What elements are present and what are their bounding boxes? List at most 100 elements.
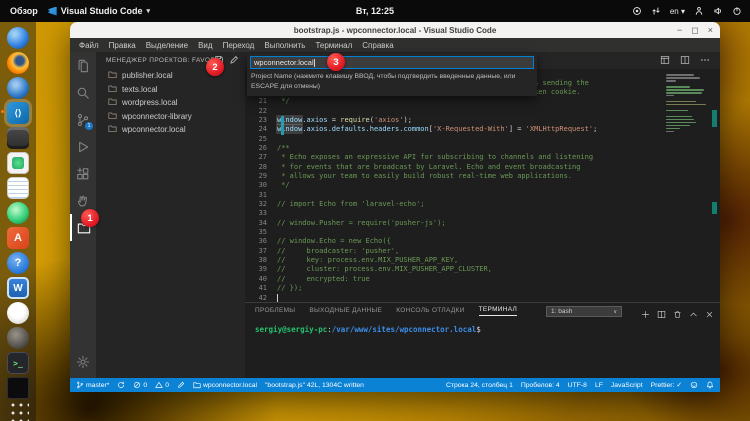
project-item[interactable]: texts.local bbox=[96, 83, 245, 97]
new-terminal-icon[interactable] bbox=[641, 306, 650, 324]
status-formatter[interactable]: Prettier: ✓ bbox=[651, 381, 682, 389]
window-titlebar[interactable]: bootstrap.js - wpconnector.local - Visua… bbox=[70, 22, 720, 38]
project-name-input[interactable]: wpconnector.local bbox=[250, 56, 534, 69]
panel-tab-ВЫХОДНЫЕ ДАННЫЕ[interactable]: ВЫХОДНЫЕ ДАННЫЕ bbox=[309, 307, 382, 316]
code-line[interactable]: 27 * Echo exposes an expressive API for … bbox=[245, 153, 720, 162]
code-line[interactable]: 22 bbox=[245, 107, 720, 116]
activity-extensions-icon[interactable] bbox=[70, 160, 96, 187]
menu-Терминал[interactable]: Терминал bbox=[310, 41, 357, 50]
maximize-button[interactable]: ◻ bbox=[691, 25, 698, 35]
dock-item-blue-circle-app[interactable] bbox=[7, 27, 29, 49]
manage-gear-icon[interactable] bbox=[70, 350, 96, 374]
dock-item-terminal[interactable]: >_ bbox=[7, 352, 29, 374]
close-panel-icon[interactable] bbox=[705, 306, 714, 324]
status-language-mode[interactable]: JavaScript bbox=[611, 382, 643, 389]
code-line[interactable]: 28 * for events that are broadcast by La… bbox=[245, 163, 720, 172]
dock-item-console-app[interactable] bbox=[7, 377, 29, 399]
code-line[interactable]: 23 window.axios = require('axios'); bbox=[245, 115, 720, 126]
activity-search-icon[interactable] bbox=[70, 79, 96, 106]
dock-item-show-applications[interactable] bbox=[7, 399, 29, 421]
status-indentation[interactable]: Пробелов: 4 bbox=[521, 382, 560, 389]
code-line[interactable]: 26/** bbox=[245, 144, 720, 153]
status-encoding[interactable]: UTF-8 bbox=[568, 382, 587, 389]
dock-item-anydesk[interactable]: A bbox=[7, 227, 29, 249]
panel-tab-КОНСОЛЬ ОТЛАДКИ[interactable]: КОНСОЛЬ ОТЛАДКИ bbox=[396, 307, 464, 316]
status-errors[interactable]: 0 bbox=[133, 381, 147, 389]
code-line[interactable]: 33 bbox=[245, 209, 720, 218]
code-line[interactable]: 29 * allows your team to easily build ro… bbox=[245, 172, 720, 181]
activity-source-control-icon[interactable]: 1 bbox=[70, 106, 96, 133]
close-button[interactable]: × bbox=[708, 25, 713, 35]
status-cursor-position[interactable]: Строка 24, столбец 1 bbox=[446, 382, 513, 389]
dock-item-vm-app[interactable]: W bbox=[7, 277, 29, 299]
split-editor-icon[interactable] bbox=[680, 52, 690, 70]
dock-item-gimp[interactable] bbox=[7, 327, 29, 349]
code-line[interactable]: 32// import Echo from 'laravel-echo'; bbox=[245, 200, 720, 209]
menu-Справка[interactable]: Справка bbox=[357, 41, 398, 50]
code-line[interactable]: 30 */ bbox=[245, 181, 720, 190]
status-warnings[interactable]: 0 bbox=[155, 381, 169, 389]
code-line[interactable]: 36// window.Echo = new Echo({ bbox=[245, 237, 720, 246]
status-notifications[interactable] bbox=[706, 381, 714, 389]
terminal-shell-select[interactable]: 1: bash ∨ bbox=[546, 306, 622, 317]
more-actions-icon[interactable] bbox=[700, 52, 710, 70]
folder-icon bbox=[108, 124, 117, 135]
code-line[interactable]: 38// key: process.env.MIX_PUSHER_APP_KEY… bbox=[245, 256, 720, 265]
menu-Выполнить[interactable]: Выполнить bbox=[259, 41, 310, 50]
dock-item-vscode[interactable]: ⟨⟩ bbox=[1, 102, 29, 124]
kill-terminal-icon[interactable] bbox=[673, 306, 682, 324]
code-line[interactable]: 40// encrypted: true bbox=[245, 275, 720, 284]
dock-item-white-circle-app[interactable] bbox=[7, 302, 29, 324]
project-item[interactable]: wordpress.local bbox=[96, 96, 245, 110]
minimize-button[interactable]: − bbox=[677, 25, 682, 35]
minimap[interactable] bbox=[666, 74, 706, 134]
status-eol[interactable]: LF bbox=[595, 382, 603, 389]
terminal-prompt[interactable]: sergiy@sergiy-pc:/var/www/sites/wpconnec… bbox=[255, 325, 481, 334]
activity-explorer-icon[interactable] bbox=[70, 52, 96, 79]
dock-item-notes-app[interactable] bbox=[7, 152, 29, 174]
dock-item-document-app[interactable] bbox=[7, 177, 29, 199]
panel-tab-ПРОБЛЕМЫ[interactable]: ПРОБЛЕМЫ bbox=[255, 307, 295, 316]
status-sync[interactable] bbox=[117, 381, 125, 389]
status-edit-indicator[interactable] bbox=[177, 381, 185, 389]
code-line[interactable]: 34// window.Pusher = require('pusher-js'… bbox=[245, 219, 720, 228]
menu-Вид[interactable]: Вид bbox=[193, 41, 217, 50]
accessibility-icon[interactable] bbox=[694, 6, 704, 16]
dock-item-help[interactable]: ? bbox=[7, 252, 29, 274]
volume-icon[interactable] bbox=[713, 6, 723, 16]
project-item[interactable]: wpconnector.local bbox=[96, 123, 245, 137]
screencast-icon[interactable] bbox=[632, 6, 642, 16]
code-line[interactable]: 37// broadcaster: 'pusher', bbox=[245, 247, 720, 256]
activity-run-debug-icon[interactable] bbox=[70, 133, 96, 160]
code-line[interactable]: 31 bbox=[245, 191, 720, 200]
menu-Файл[interactable]: Файл bbox=[74, 41, 104, 50]
status-vim-message[interactable]: "bootstrap.js" 42L, 1304C written bbox=[265, 382, 364, 389]
maximize-panel-icon[interactable] bbox=[689, 306, 698, 324]
code-line[interactable]: 25 bbox=[245, 135, 720, 144]
menu-Выделение[interactable]: Выделение bbox=[141, 41, 193, 50]
status-git-branch[interactable]: master* bbox=[76, 381, 109, 389]
keyboard-layout-indicator[interactable]: en ▾ bbox=[670, 7, 685, 16]
code-line[interactable]: 39// cluster: process.env.MIX_PUSHER_APP… bbox=[245, 265, 720, 274]
panel-tab-ТЕРМИНАЛ[interactable]: ТЕРМИНАЛ bbox=[478, 306, 518, 316]
open-changes-icon[interactable] bbox=[660, 52, 670, 70]
status-project[interactable]: wpconnector.local bbox=[193, 381, 257, 389]
edit-projects-icon[interactable] bbox=[229, 52, 239, 70]
code-line[interactable]: 35 bbox=[245, 228, 720, 237]
power-icon[interactable] bbox=[732, 6, 742, 16]
dock-item-file-manager[interactable] bbox=[7, 127, 29, 149]
code-line[interactable]: 21 */ bbox=[245, 97, 720, 106]
code-line[interactable]: 42 bbox=[245, 293, 720, 303]
dock-item-green-app[interactable] bbox=[7, 202, 29, 224]
folder-icon bbox=[108, 84, 117, 95]
code-line[interactable]: 24 window.axios.defaults.headers.common['… bbox=[245, 125, 720, 136]
split-terminal-icon[interactable] bbox=[657, 306, 666, 324]
dock-item-thunderbird[interactable] bbox=[7, 77, 29, 99]
dock-item-firefox[interactable] bbox=[7, 52, 29, 74]
menu-Правка[interactable]: Правка bbox=[104, 41, 141, 50]
network-icon[interactable] bbox=[651, 6, 661, 16]
status-feedback[interactable] bbox=[690, 381, 698, 389]
project-item[interactable]: wpconnector-library bbox=[96, 110, 245, 124]
menu-Переход[interactable]: Переход bbox=[218, 41, 260, 50]
code-line[interactable]: 41// }); bbox=[245, 284, 720, 293]
